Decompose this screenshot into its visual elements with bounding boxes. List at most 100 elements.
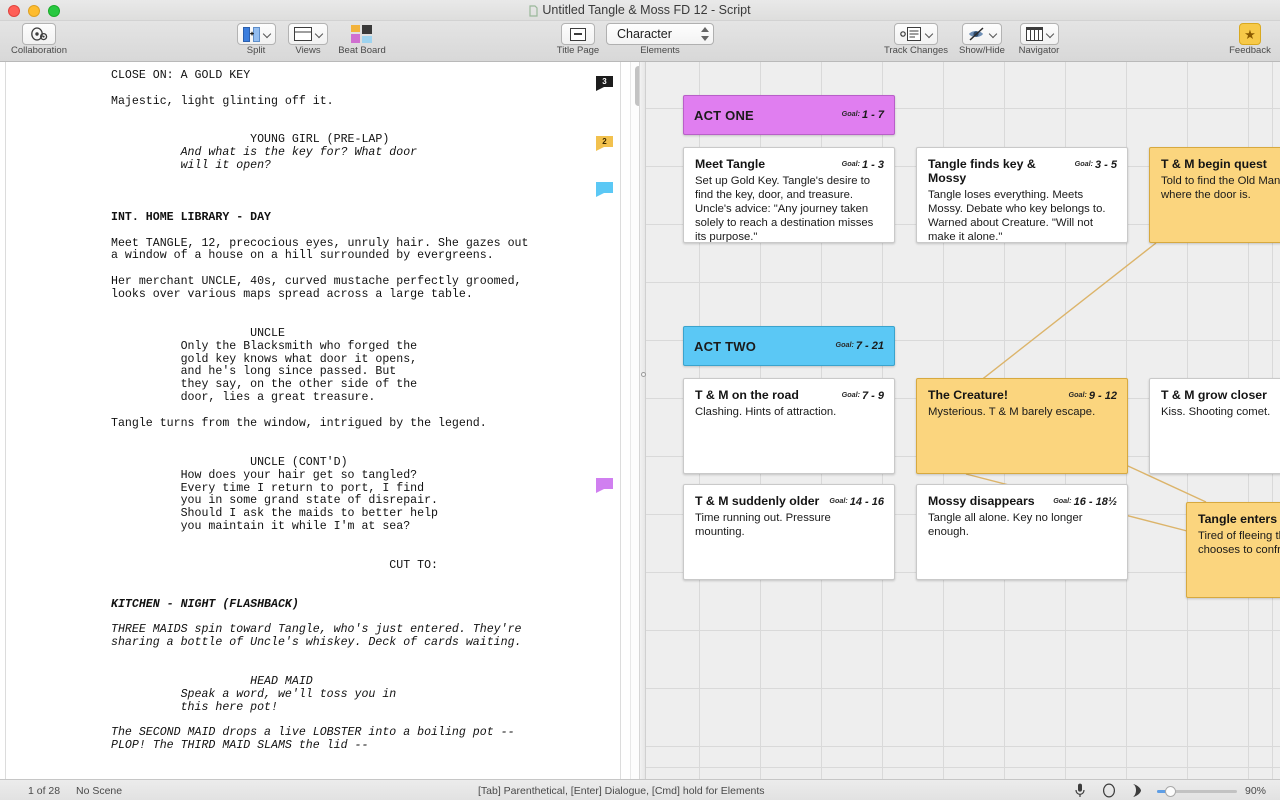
- act-one-goal: Goal:1 - 7: [842, 109, 884, 121]
- toolbar-track-changes-label: Track Changes: [884, 46, 948, 56]
- elements-select[interactable]: Character: [606, 23, 714, 45]
- split-button[interactable]: [237, 23, 276, 45]
- beat-card-mossy-disappears[interactable]: Mossy disappears Goal:16 - 18½ Tangle al…: [916, 484, 1128, 580]
- navigator-chevron-down-icon[interactable]: [1047, 30, 1055, 38]
- script-line: How does your hair get so tangled?: [111, 470, 581, 483]
- toolbar-split-label: Split: [247, 46, 265, 56]
- card-goal: Goal:1 - 3: [842, 159, 884, 171]
- card-body: Set up Gold Key. Tangle's desire to find…: [684, 171, 894, 243]
- beat-card-tangle-finds-key[interactable]: Tangle finds key & Mossy Goal:3 - 5 Tang…: [916, 147, 1128, 243]
- elements-selected-value: Character: [617, 27, 672, 41]
- beat-board-icon: [351, 25, 373, 43]
- beat-card-the-creature[interactable]: The Creature! Goal:9 - 12 Mysterious. T …: [916, 378, 1128, 474]
- collaboration-button[interactable]: [22, 23, 56, 45]
- toolbar-show-hide-label: Show/Hide: [959, 46, 1005, 56]
- script-blank-line: [111, 663, 581, 676]
- toolbar-beat-board[interactable]: Beat Board: [336, 21, 388, 62]
- script-blank-line: [111, 199, 581, 212]
- card-title: Mossy disappears: [928, 494, 1035, 508]
- beat-act-card-act-two[interactable]: ACT TWO Goal:7 - 21: [683, 326, 895, 366]
- title-page-icon: [570, 28, 586, 41]
- script-line: INT. HOME LIBRARY - DAY: [111, 212, 581, 225]
- toolbar-views[interactable]: Views: [284, 21, 332, 62]
- script-line: HEAD MAID: [111, 676, 581, 689]
- note-marker-purple[interactable]: [596, 478, 613, 492]
- card-title: T & M suddenly older: [695, 494, 819, 508]
- show-hide-eye-icon: [968, 27, 986, 41]
- act-two-goal: Goal:7 - 21: [835, 340, 884, 352]
- toolbar-track-changes[interactable]: Track Changes: [886, 21, 946, 62]
- views-layout-icon: [294, 27, 312, 41]
- script-line: CUT TO:: [111, 560, 581, 573]
- beat-card-tm-grow-closer[interactable]: T & M grow closer Kiss. Shooting comet.: [1149, 378, 1280, 474]
- pane-splitter[interactable]: [639, 62, 646, 779]
- script-page-sheet: CLOSE ON: A GOLD KEY Majestic, light gli…: [5, 62, 621, 779]
- toolbar-title-page[interactable]: Title Page: [552, 21, 604, 62]
- card-header: Tangle enters lair: [1187, 503, 1280, 526]
- revision-marker-3[interactable]: 3: [596, 76, 613, 90]
- toolbar-elements-label: Elements: [640, 46, 680, 56]
- beat-card-tm-on-the-road[interactable]: T & M on the road Goal:7 - 9 Clashing. H…: [683, 378, 895, 474]
- microphone-icon[interactable]: [1074, 783, 1090, 798]
- script-text[interactable]: CLOSE ON: A GOLD KEY Majestic, light gli…: [111, 70, 581, 753]
- script-line: KITCHEN - NIGHT (FLASHBACK): [111, 599, 581, 612]
- beat-board-button[interactable]: [351, 23, 373, 45]
- toolbar-show-hide[interactable]: Show/Hide: [955, 21, 1009, 62]
- script-line: a window of a house on a hill surrounded…: [111, 250, 581, 263]
- beat-card-tm-begin-quest[interactable]: T & M begin quest Told to find the Old M…: [1149, 147, 1280, 243]
- toolbar-feedback[interactable]: ★ Feedback: [1222, 21, 1278, 62]
- script-blank-line: [111, 186, 581, 199]
- note-marker-blue[interactable]: [596, 182, 613, 196]
- script-line: looks over various maps spread across a …: [111, 289, 581, 302]
- views-chevron-down-icon[interactable]: [316, 30, 324, 38]
- track-changes-icon: [900, 27, 922, 41]
- script-line: Only the Blacksmith who forged the: [111, 341, 581, 354]
- card-goal: Goal:7 - 9: [842, 390, 884, 402]
- beat-card-tangle-enters-lair[interactable]: Tangle enters lair Tired of fleeing the …: [1186, 502, 1280, 598]
- split-chevron-down-icon[interactable]: [264, 30, 272, 38]
- script-editor-pane[interactable]: CLOSE ON: A GOLD KEY Majestic, light gli…: [0, 62, 629, 779]
- night-mode-moon-icon[interactable]: [1130, 783, 1146, 798]
- navigator-columns-icon: [1026, 27, 1043, 41]
- beat-card-tm-suddenly-older[interactable]: T & M suddenly older Goal:14 - 16 Time r…: [683, 484, 895, 580]
- card-body: Tired of fleeing the Creature, chooses t…: [1187, 526, 1280, 557]
- script-blank-line: [111, 302, 581, 315]
- document-title-container: Untitled Tangle & Moss FD 12 - Script: [0, 0, 1280, 21]
- card-header: T & M on the road Goal:7 - 9: [684, 379, 894, 402]
- zoom-slider[interactable]: [1157, 790, 1237, 793]
- revision-marker-2[interactable]: 2: [596, 136, 613, 150]
- card-body: Clashing. Hints of attraction.: [684, 402, 894, 419]
- beat-card-meet-tangle[interactable]: Meet Tangle Goal:1 - 3 Set up Gold Key. …: [683, 147, 895, 243]
- navigator-button[interactable]: [1020, 23, 1059, 45]
- beat-act-card-act-one[interactable]: ACT ONE Goal:1 - 7: [683, 95, 895, 135]
- script-line: sharing a bottle of Uncle's whiskey. Dec…: [111, 637, 581, 650]
- toolbar-elements[interactable]: Character Elements: [600, 21, 720, 62]
- toolbar-views-label: Views: [295, 46, 320, 56]
- act-one-title: ACT ONE: [694, 108, 754, 123]
- focus-circle-icon[interactable]: [1102, 783, 1118, 798]
- show-hide-chevron-down-icon[interactable]: [990, 30, 998, 38]
- script-blank-line: [111, 573, 581, 586]
- card-title: T & M begin quest: [1161, 157, 1267, 171]
- track-changes-button[interactable]: [894, 23, 938, 45]
- views-button[interactable]: [288, 23, 328, 45]
- card-title: The Creature!: [928, 388, 1008, 402]
- script-blank-line: [111, 83, 581, 96]
- toolbar-navigator-label: Navigator: [1019, 46, 1060, 56]
- card-title: Tangle finds key & Mossy: [928, 157, 1075, 185]
- show-hide-button[interactable]: [962, 23, 1002, 45]
- title-page-button[interactable]: [561, 23, 595, 45]
- toolbar-navigator[interactable]: Navigator: [1012, 21, 1066, 62]
- zoom-slider-knob[interactable]: [1165, 786, 1176, 797]
- track-changes-chevron-down-icon[interactable]: [926, 30, 934, 38]
- toolbar-split[interactable]: Split: [232, 21, 280, 62]
- toolbar-collaboration[interactable]: Collaboration: [10, 21, 68, 62]
- elements-stepper-icon[interactable]: [700, 26, 709, 42]
- feedback-button[interactable]: ★: [1239, 23, 1261, 45]
- script-line: door, lies a great treasure.: [111, 392, 581, 405]
- beat-board-panel[interactable]: ACT ONE Goal:1 - 7 Meet Tangle Goal:1 - …: [646, 62, 1280, 779]
- card-goal: Goal:3 - 5: [1075, 159, 1117, 171]
- script-blank-line: [111, 444, 581, 457]
- card-title: Tangle enters lair: [1198, 512, 1280, 526]
- toolbar-beat-board-label: Beat Board: [338, 46, 386, 56]
